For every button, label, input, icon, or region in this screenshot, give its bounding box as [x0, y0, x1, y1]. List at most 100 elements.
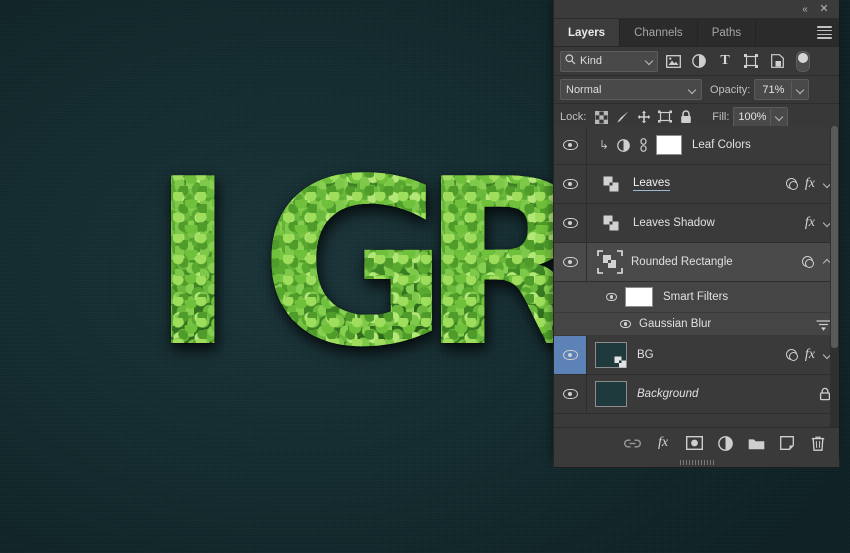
layer-thumbnail[interactable] — [595, 381, 627, 407]
adjustment-layer-icon — [615, 137, 631, 153]
eye-icon — [563, 257, 578, 267]
clipping-mask-icon: ↳ — [597, 139, 611, 151]
tab-channels[interactable]: Channels — [620, 19, 698, 46]
type-filter-letter: T — [720, 53, 729, 69]
panel-resize-grip[interactable] — [553, 458, 840, 468]
layer-visibility-toggle[interactable] — [554, 243, 587, 281]
filter-kind-select[interactable]: Kind — [560, 51, 658, 72]
panel-titlebar: « ✕ — [554, 0, 839, 19]
fx-label: fx — [658, 435, 668, 451]
pixel-layer-filter-icon[interactable] — [662, 51, 684, 71]
layer-row-bg[interactable]: BG fx — [554, 336, 839, 375]
new-group-icon[interactable] — [747, 434, 765, 452]
layers-panel-toolbar: fx — [554, 427, 839, 458]
opacity-value: 71% — [755, 84, 791, 96]
layer-row-leaves-shadow[interactable]: Leaves Shadow fx — [554, 204, 839, 243]
layer-name[interactable]: Rounded Rectangle — [631, 256, 802, 268]
artwork-letter-2: G — [260, 150, 445, 380]
link-layers-icon[interactable] — [623, 434, 641, 452]
smart-object-filter-icon[interactable] — [766, 51, 788, 71]
layers-panel: « ✕ Layers Channels Paths Kind — [553, 0, 839, 459]
shape-layer-filter-icon[interactable] — [740, 51, 762, 71]
layer-visibility-toggle[interactable] — [554, 336, 587, 374]
search-icon — [565, 54, 576, 68]
opacity-input[interactable]: 71% — [754, 79, 809, 100]
link-mask-icon[interactable] — [635, 137, 651, 153]
layer-fx-icon[interactable]: fx — [805, 347, 815, 363]
layer-visibility-toggle[interactable] — [554, 375, 587, 413]
blend-mode-value: Normal — [566, 84, 688, 96]
fill-value: 100% — [734, 111, 770, 123]
layer-fx-icon[interactable]: fx — [805, 215, 815, 231]
chevron-down-icon — [688, 86, 696, 94]
fill-label: Fill: — [712, 111, 729, 123]
smart-filters-mask-thumbnail[interactable] — [625, 287, 653, 307]
new-layer-icon[interactable] — [778, 434, 796, 452]
layer-style-indicator-icon[interactable] — [802, 256, 815, 269]
eye-icon — [563, 218, 578, 228]
eye-icon — [563, 179, 578, 189]
lock-transparency-icon[interactable] — [591, 107, 612, 127]
eye-icon — [563, 140, 578, 150]
layer-visibility-toggle[interactable] — [554, 165, 587, 203]
layer-name[interactable]: Background — [637, 388, 819, 400]
tab-paths[interactable]: Paths — [698, 19, 756, 46]
chevron-down-icon — [645, 57, 653, 65]
lock-artboard-icon[interactable] — [654, 107, 675, 127]
opacity-stepper[interactable] — [791, 81, 808, 98]
delete-layer-icon[interactable] — [809, 434, 827, 452]
lock-image-pixels-icon[interactable] — [612, 107, 633, 127]
layer-name[interactable]: Leaves Shadow — [633, 217, 805, 229]
eye-icon — [563, 350, 578, 360]
smart-object-selected-icon — [597, 249, 623, 275]
eye-icon — [563, 389, 578, 399]
smart-filters-row[interactable]: Smart Filters — [554, 282, 839, 313]
grip-lines-icon — [680, 460, 714, 465]
layer-list-scrollbar[interactable] — [830, 126, 839, 428]
layer-style-indicator-icon[interactable] — [786, 178, 799, 191]
layer-name-editing[interactable]: Leaves — [633, 177, 670, 191]
scrollbar-thumb[interactable] — [831, 126, 838, 348]
smart-filters-visibility-icon[interactable] — [606, 293, 617, 301]
panel-tab-bar: Layers Channels Paths — [554, 19, 839, 47]
filter-enable-toggle[interactable] — [796, 51, 810, 72]
smart-filter-row-gaussian-blur[interactable]: Gaussian Blur — [554, 313, 839, 336]
layer-row-leaf-colors[interactable]: ↳ Leaf Colors — [554, 126, 839, 165]
panel-menu-icon[interactable] — [817, 26, 832, 39]
layer-thumbnail[interactable] — [595, 342, 627, 368]
layer-style-indicator-icon[interactable] — [786, 349, 799, 362]
layer-row-leaves[interactable]: Leaves fx — [554, 165, 839, 204]
layer-fx-icon[interactable]: fx — [805, 176, 815, 192]
smart-filters-label: Smart Filters — [663, 291, 839, 303]
fill-stepper[interactable] — [770, 109, 787, 126]
layer-list[interactable]: ↳ Leaf Colors — [554, 126, 839, 428]
add-layer-style-icon[interactable]: fx — [654, 434, 672, 452]
adjustment-layer-filter-icon[interactable] — [688, 51, 710, 71]
lock-position-icon[interactable] — [633, 107, 654, 127]
layer-mask-thumbnail[interactable] — [656, 135, 682, 155]
layer-row-rounded-rectangle[interactable]: Rounded Rectangle — [554, 243, 839, 282]
layer-row-background[interactable]: Background — [554, 375, 839, 414]
new-adjustment-layer-icon[interactable] — [716, 434, 734, 452]
filter-visibility-icon[interactable] — [620, 320, 631, 328]
layer-visibility-toggle[interactable] — [554, 204, 587, 242]
layer-name[interactable]: Leaf Colors — [692, 139, 839, 151]
leaf-text-artwork: I G R — [150, 150, 570, 400]
layer-visibility-toggle[interactable] — [554, 126, 587, 164]
smart-filter-name[interactable]: Gaussian Blur — [639, 318, 816, 330]
fill-input[interactable]: 100% — [733, 107, 788, 128]
blend-mode-select[interactable]: Normal — [560, 79, 702, 100]
opacity-label: Opacity: — [710, 84, 750, 96]
close-panel-icon[interactable]: ✕ — [817, 3, 831, 16]
tab-layers[interactable]: Layers — [554, 19, 620, 46]
filter-kind-label: Kind — [580, 55, 641, 67]
artwork-letter-1: I — [150, 150, 232, 380]
filter-blending-options-icon[interactable] — [816, 318, 831, 331]
layer-name[interactable]: BG — [637, 349, 786, 361]
layer-filter-row: Kind T — [554, 47, 839, 76]
smart-object-icon — [601, 213, 621, 233]
add-layer-mask-icon[interactable] — [685, 434, 703, 452]
type-layer-filter-icon[interactable]: T — [714, 51, 736, 71]
lock-all-icon[interactable] — [675, 107, 696, 127]
collapse-panel-icon[interactable]: « — [797, 3, 811, 16]
